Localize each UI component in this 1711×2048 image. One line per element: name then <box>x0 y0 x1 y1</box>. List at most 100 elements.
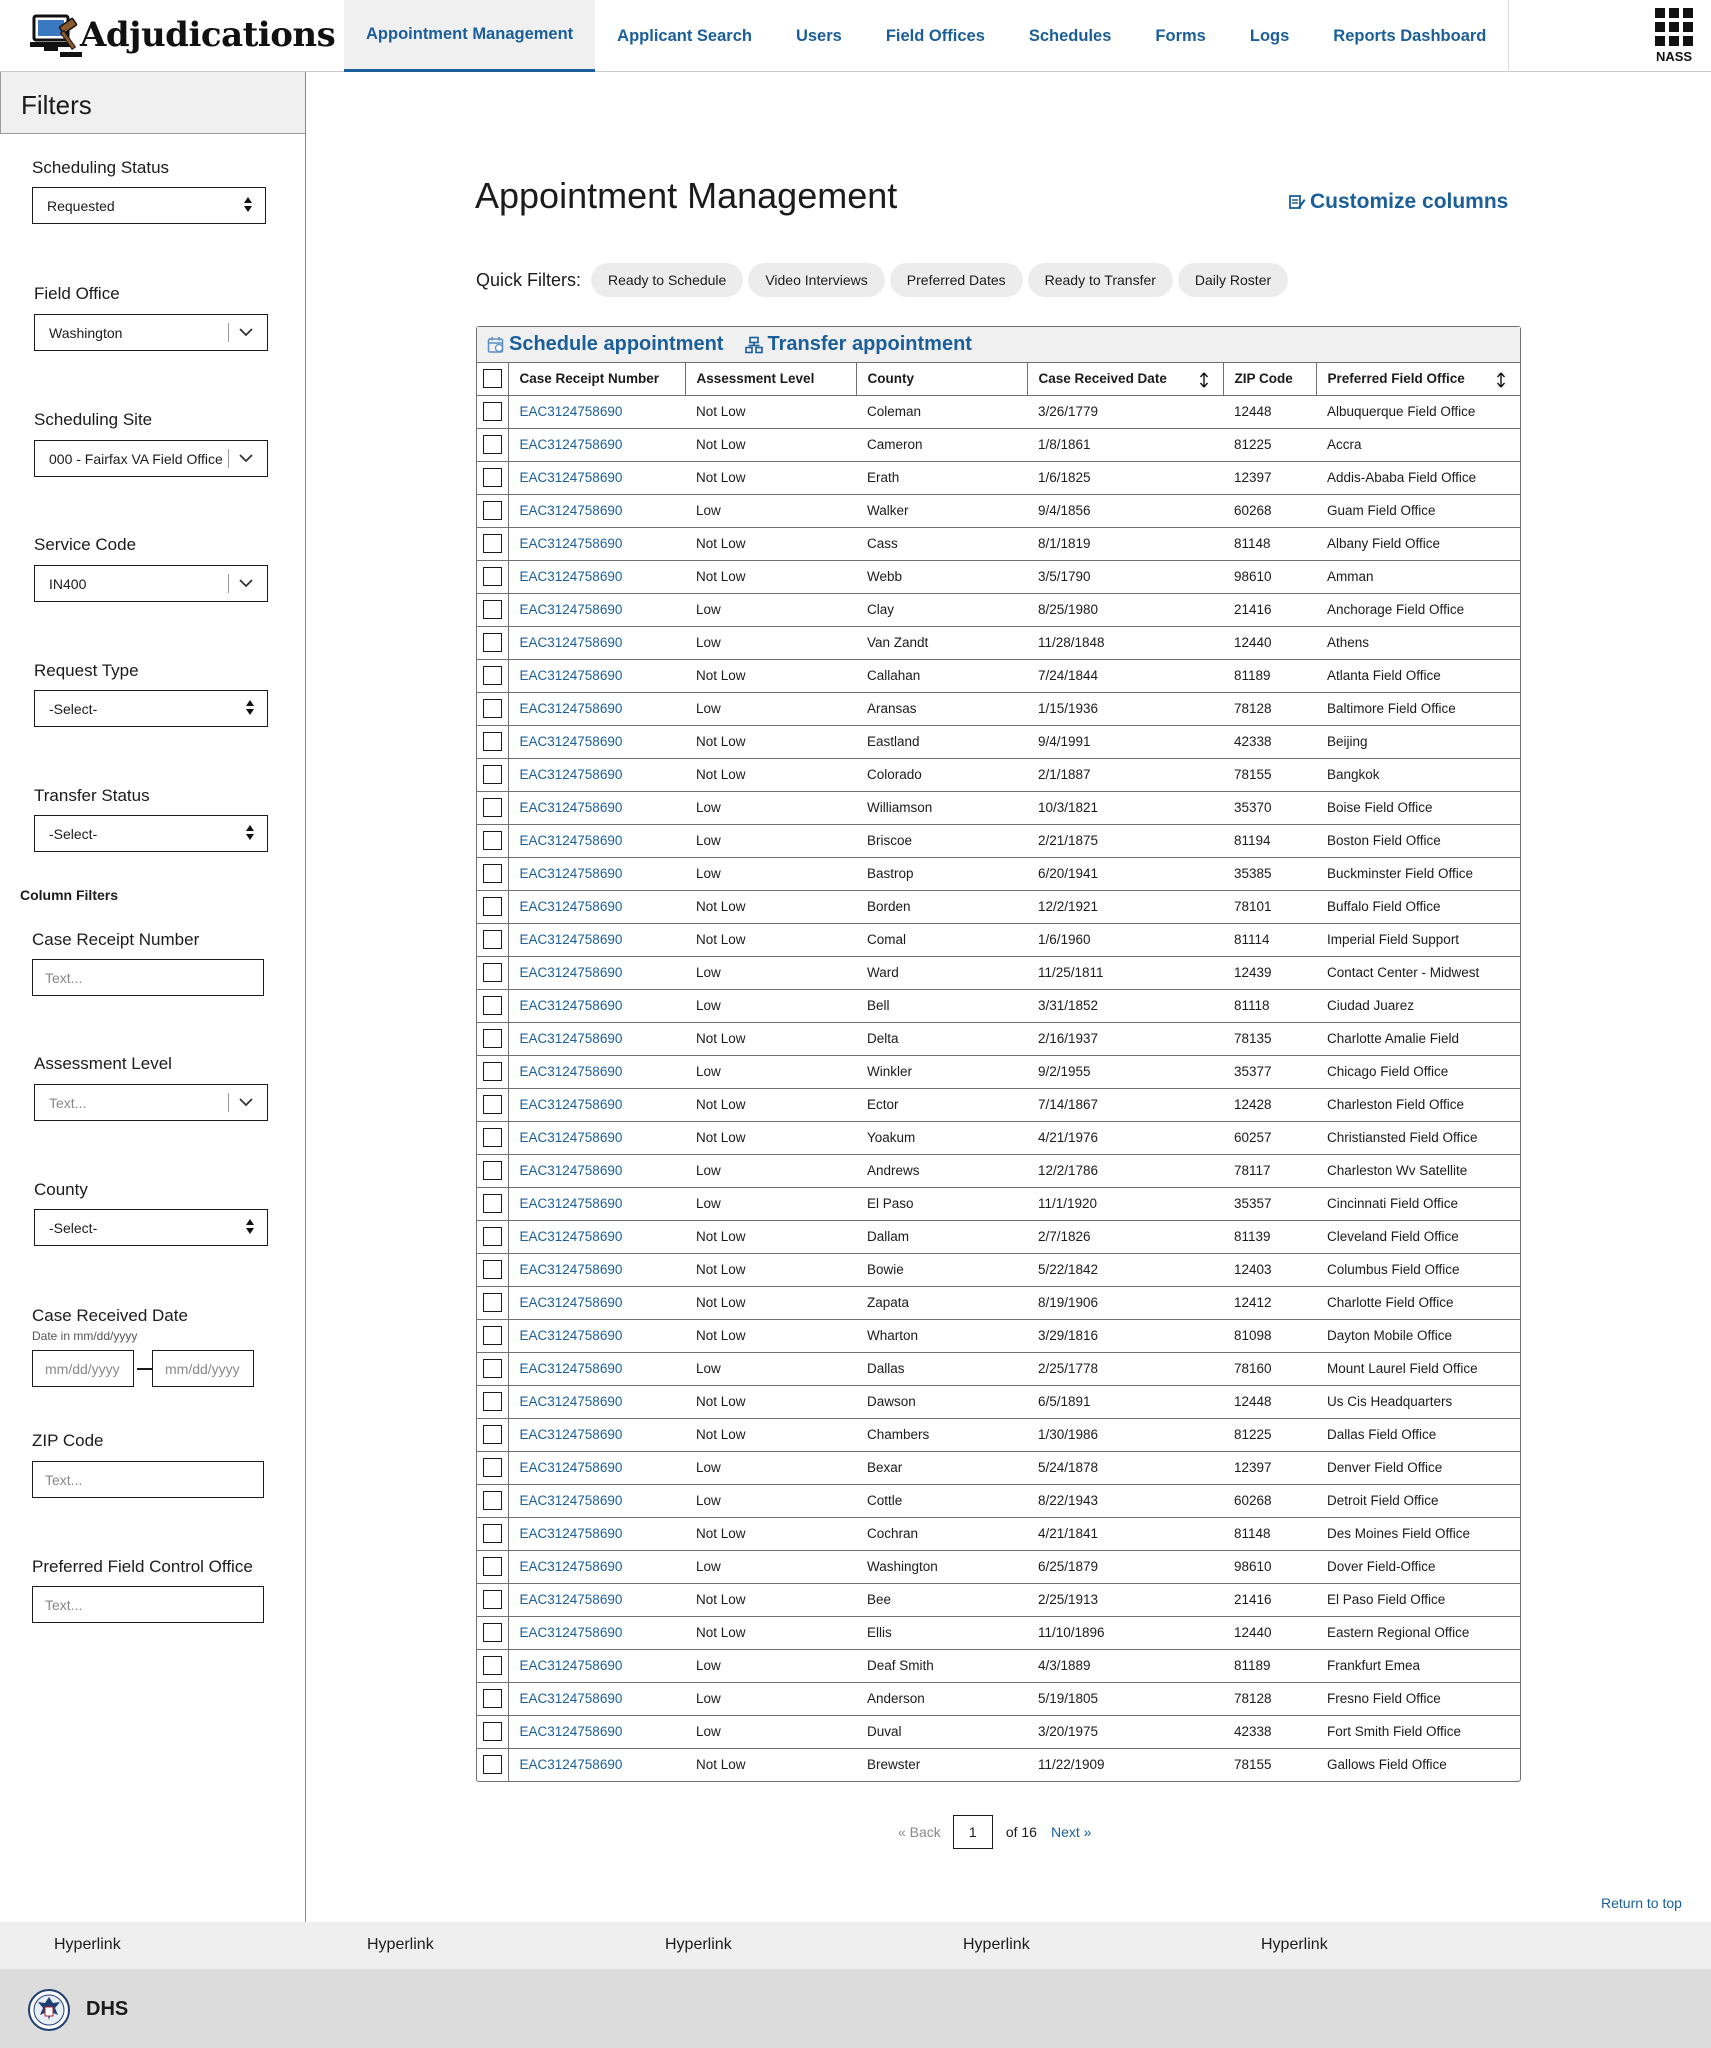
case-receipt-number-cell[interactable]: EAC3124758690 <box>508 824 685 858</box>
row-checkbox[interactable] <box>482 1557 502 1576</box>
zip-code-input[interactable]: Text... <box>32 1461 264 1498</box>
case-receipt-number-cell[interactable]: EAC3124758690 <box>508 1748 685 1781</box>
row-checkbox[interactable] <box>482 1326 502 1345</box>
col-county[interactable]: County <box>856 363 1028 396</box>
case-receipt-number-cell[interactable]: EAC3124758690 <box>508 1715 685 1749</box>
assessment-level-combobox[interactable]: Text... <box>34 1084 268 1121</box>
nav-forms[interactable]: Forms <box>1133 0 1227 72</box>
return-to-top-link[interactable]: Return to top <box>1601 1895 1682 1911</box>
sort-icon[interactable] <box>1496 372 1506 388</box>
row-checkbox[interactable] <box>482 1590 502 1609</box>
case-receipt-number-cell[interactable]: EAC3124758690 <box>508 1088 685 1122</box>
col-case-received-date[interactable]: Case Received Date <box>1027 363 1224 396</box>
case-receipt-number-cell[interactable]: EAC3124758690 <box>508 1121 685 1155</box>
row-checkbox[interactable] <box>482 1062 502 1081</box>
row-checkbox[interactable] <box>482 402 502 421</box>
col-case-receipt-number[interactable]: Case Receipt Number <box>508 363 686 396</box>
row-checkbox[interactable] <box>482 1425 502 1444</box>
row-checkbox[interactable] <box>482 1029 502 1048</box>
row-checkbox[interactable] <box>482 501 502 520</box>
chip-ready-to-schedule[interactable]: Ready to Schedule <box>591 263 744 297</box>
scheduling-site-combobox[interactable]: 000 - Fairfax VA Field Office <box>34 440 268 477</box>
row-checkbox[interactable] <box>482 897 502 916</box>
row-checkbox[interactable] <box>482 567 502 586</box>
case-receipt-number-cell[interactable]: EAC3124758690 <box>508 1352 685 1386</box>
case-receipt-number-cell[interactable]: EAC3124758690 <box>508 527 685 561</box>
row-checkbox[interactable] <box>482 534 502 553</box>
transfer-status-select[interactable]: -Select- <box>34 815 268 852</box>
row-checkbox[interactable] <box>482 1392 502 1411</box>
case-receipt-number-cell[interactable]: EAC3124758690 <box>508 1286 685 1320</box>
case-receipt-number-cell[interactable]: EAC3124758690 <box>508 560 685 594</box>
chip-ready-to-transfer[interactable]: Ready to Transfer <box>1027 263 1173 297</box>
nav-schedules[interactable]: Schedules <box>1007 0 1134 72</box>
col-zip-code[interactable]: ZIP Code <box>1223 363 1317 396</box>
case-receipt-number-cell[interactable]: EAC3124758690 <box>508 1055 685 1089</box>
row-checkbox[interactable] <box>482 1623 502 1642</box>
nav-applicant-search[interactable]: Applicant Search <box>595 0 774 72</box>
row-checkbox[interactable] <box>482 1491 502 1510</box>
row-checkbox[interactable] <box>482 1656 502 1675</box>
case-receipt-number-cell[interactable]: EAC3124758690 <box>508 659 685 693</box>
case-receipt-number-cell[interactable]: EAC3124758690 <box>508 1385 685 1419</box>
case-receipt-number-cell[interactable]: EAC3124758690 <box>508 395 685 429</box>
nav-appointment-management[interactable]: Appointment Management <box>344 0 596 72</box>
case-receipt-number-cell[interactable]: EAC3124758690 <box>508 923 685 957</box>
row-checkbox[interactable] <box>482 1293 502 1312</box>
row-checkbox[interactable] <box>482 1227 502 1246</box>
row-checkbox[interactable] <box>482 600 502 619</box>
transfer-appointment-button[interactable]: Transfer appointment <box>745 333 972 356</box>
row-checkbox[interactable] <box>482 1260 502 1279</box>
case-receipt-number-cell[interactable]: EAC3124758690 <box>508 956 685 990</box>
case-receipt-number-cell[interactable]: EAC3124758690 <box>508 1616 685 1650</box>
case-receipt-number-cell[interactable]: EAC3124758690 <box>508 1517 685 1551</box>
case-receipt-number-cell[interactable]: EAC3124758690 <box>508 1220 685 1254</box>
case-receipt-number-cell[interactable]: EAC3124758690 <box>508 593 685 627</box>
case-receipt-number-input[interactable]: Text... <box>32 959 264 996</box>
case-receipt-number-cell[interactable]: EAC3124758690 <box>508 428 685 462</box>
row-checkbox[interactable] <box>482 1095 502 1114</box>
preferred-field-control-office-input[interactable]: Text... <box>32 1586 264 1623</box>
chip-preferred-dates[interactable]: Preferred Dates <box>889 263 1023 297</box>
pagination-page-input[interactable]: 1 <box>952 1815 993 1849</box>
schedule-appointment-button[interactable]: Schedule appointment <box>487 333 723 356</box>
row-checkbox[interactable] <box>482 765 502 784</box>
row-checkbox[interactable] <box>482 732 502 751</box>
pagination-back[interactable]: « Back <box>898 1824 941 1840</box>
case-receipt-number-cell[interactable]: EAC3124758690 <box>508 1484 685 1518</box>
nav-reports-dashboard[interactable]: Reports Dashboard <box>1311 0 1508 72</box>
case-receipt-number-cell[interactable]: EAC3124758690 <box>508 626 685 660</box>
row-checkbox[interactable] <box>482 831 502 850</box>
row-checkbox[interactable] <box>482 1128 502 1147</box>
row-checkbox[interactable] <box>482 1359 502 1378</box>
row-checkbox[interactable] <box>482 1755 502 1775</box>
row-checkbox[interactable] <box>482 1524 502 1543</box>
case-receipt-number-cell[interactable]: EAC3124758690 <box>508 1583 685 1617</box>
row-checkbox[interactable] <box>482 864 502 883</box>
pagination-next[interactable]: Next » <box>1051 1824 1091 1840</box>
case-receipt-number-cell[interactable]: EAC3124758690 <box>508 1253 685 1287</box>
footer-link[interactable]: Hyperlink <box>665 1936 732 1954</box>
footer-link[interactable]: Hyperlink <box>367 1936 434 1954</box>
row-checkbox[interactable] <box>482 666 502 685</box>
row-checkbox[interactable] <box>482 1722 502 1741</box>
nav-users[interactable]: Users <box>774 0 864 72</box>
case-receipt-number-cell[interactable]: EAC3124758690 <box>508 989 685 1023</box>
case-receipt-number-cell[interactable]: EAC3124758690 <box>508 1022 685 1056</box>
nav-field-offices[interactable]: Field Offices <box>864 0 1007 72</box>
case-receipt-number-cell[interactable]: EAC3124758690 <box>508 692 685 726</box>
case-receipt-number-cell[interactable]: EAC3124758690 <box>508 857 685 891</box>
row-checkbox[interactable] <box>482 633 502 652</box>
row-checkbox[interactable] <box>482 699 502 718</box>
case-receipt-number-cell[interactable]: EAC3124758690 <box>508 1154 685 1188</box>
col-assessment-level[interactable]: Assessment Level <box>685 363 857 396</box>
nav-logs[interactable]: Logs <box>1228 0 1311 72</box>
row-checkbox[interactable] <box>482 996 502 1015</box>
case-receipt-number-cell[interactable]: EAC3124758690 <box>508 1418 685 1452</box>
row-checkbox[interactable] <box>482 798 502 817</box>
case-receipt-number-cell[interactable]: EAC3124758690 <box>508 461 685 495</box>
case-receipt-number-cell[interactable]: EAC3124758690 <box>508 1319 685 1353</box>
row-checkbox[interactable] <box>482 468 502 487</box>
footer-link[interactable]: Hyperlink <box>963 1936 1030 1954</box>
request-type-select[interactable]: -Select- <box>34 690 268 727</box>
